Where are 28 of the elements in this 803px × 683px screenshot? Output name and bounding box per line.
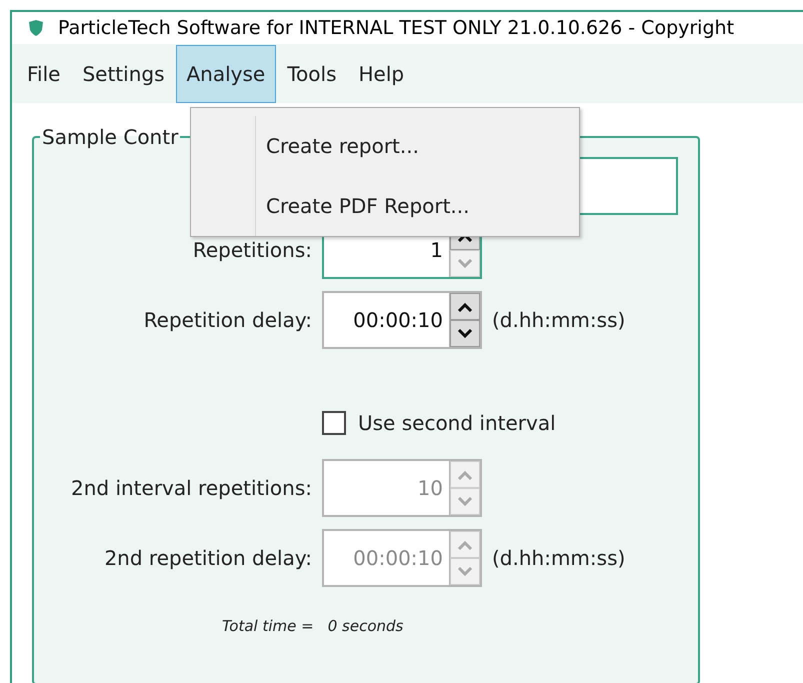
menu-item[interactable]: Tools bbox=[276, 44, 348, 103]
menu-item[interactable]: Settings bbox=[71, 44, 176, 103]
shield-icon bbox=[28, 19, 44, 38]
field-label: Repetition delay: bbox=[142, 308, 312, 332]
up-caret-icon bbox=[457, 540, 473, 550]
window-title: ParticleTech Software for INTERNAL TEST ONLY 21.0.10.626 - Copyright bbox=[58, 17, 734, 40]
field-label: 2nd interval repetitions: bbox=[70, 476, 312, 500]
increment-button[interactable] bbox=[450, 293, 480, 320]
up-caret-icon bbox=[457, 302, 473, 312]
down-caret-icon bbox=[457, 496, 473, 506]
spin-field[interactable]: 00:00:10 bbox=[322, 291, 482, 349]
menu-item[interactable]: Help bbox=[348, 44, 416, 103]
checkbox[interactable] bbox=[322, 411, 346, 435]
unit-label: (d.hh:mm:ss) bbox=[492, 546, 626, 570]
menu-item[interactable]: File bbox=[16, 44, 72, 103]
down-caret-icon bbox=[457, 328, 473, 338]
group-title: Sample Contr bbox=[41, 125, 180, 149]
unit-label: (d.hh:mm:ss) bbox=[492, 308, 626, 332]
checkbox-label: Use second interval bbox=[358, 411, 556, 435]
field-label: 2nd repetition delay: bbox=[103, 546, 312, 570]
decrement-button[interactable] bbox=[450, 320, 480, 347]
field-label: Repetitions: bbox=[192, 238, 312, 262]
up-caret-icon bbox=[457, 470, 473, 480]
down-caret-icon bbox=[457, 258, 473, 268]
total-label: Total time = bbox=[222, 617, 314, 635]
down-caret-icon bbox=[457, 566, 473, 576]
total-value: 0 seconds bbox=[328, 617, 404, 635]
menu-item[interactable]: Analyse bbox=[176, 44, 276, 103]
